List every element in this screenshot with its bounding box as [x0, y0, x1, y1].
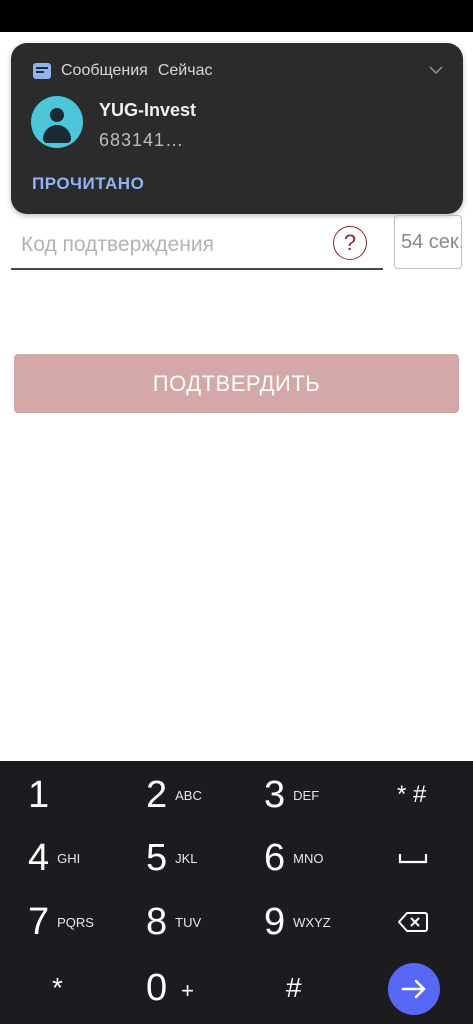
- help-icon[interactable]: ?: [333, 226, 367, 260]
- key-1[interactable]: 1: [28, 765, 49, 825]
- notification-text: 683141…: [99, 130, 185, 150]
- notification-header: Сообщения Сейчас: [33, 61, 212, 81]
- key-star[interactable]: *: [52, 958, 63, 1018]
- key-hash[interactable]: #: [286, 958, 302, 1018]
- key-3[interactable]: 3 DEF: [264, 765, 319, 825]
- key-7[interactable]: 7 PQRS: [28, 892, 94, 952]
- timer-text: 54 сек.: [401, 231, 462, 253]
- arrow-right-icon: [401, 979, 426, 999]
- key-4[interactable]: 4 GHI: [28, 828, 80, 888]
- confirmation-code-input[interactable]: [11, 221, 383, 270]
- backspace-key[interactable]: [398, 892, 428, 952]
- notification-app-name: Сообщения: [61, 62, 148, 79]
- space-icon: [398, 854, 428, 864]
- notification-title: YUG-Invest: [99, 100, 197, 120]
- key-6[interactable]: 6 MNO: [264, 828, 323, 888]
- key-8[interactable]: 8 TUV: [146, 892, 201, 952]
- space-key[interactable]: [398, 828, 428, 888]
- sms-notification[interactable]: Сообщения Сейчас YUG-Invest 683141… ПРОЧ…: [11, 43, 463, 214]
- mark-read-button[interactable]: ПРОЧИТАНО: [32, 174, 144, 194]
- status-bar: [0, 0, 473, 32]
- messages-icon: [33, 63, 51, 79]
- key-5[interactable]: 5 JKL: [146, 828, 198, 888]
- key-star-hash[interactable]: * #: [397, 765, 426, 825]
- key-9[interactable]: 9 WXYZ: [264, 892, 331, 952]
- avatar: [31, 96, 83, 148]
- key-0[interactable]: 0 +: [146, 958, 194, 1018]
- confirm-button[interactable]: ПОДТВЕРДИТЬ: [14, 354, 459, 413]
- notification-time: Сейчас: [157, 62, 213, 79]
- go-button[interactable]: [388, 963, 440, 1015]
- chevron-down-icon[interactable]: [429, 63, 443, 77]
- resend-timer: 54 сек.: [394, 215, 462, 269]
- key-2[interactable]: 2 ABC: [146, 765, 202, 825]
- backspace-icon: [398, 912, 428, 932]
